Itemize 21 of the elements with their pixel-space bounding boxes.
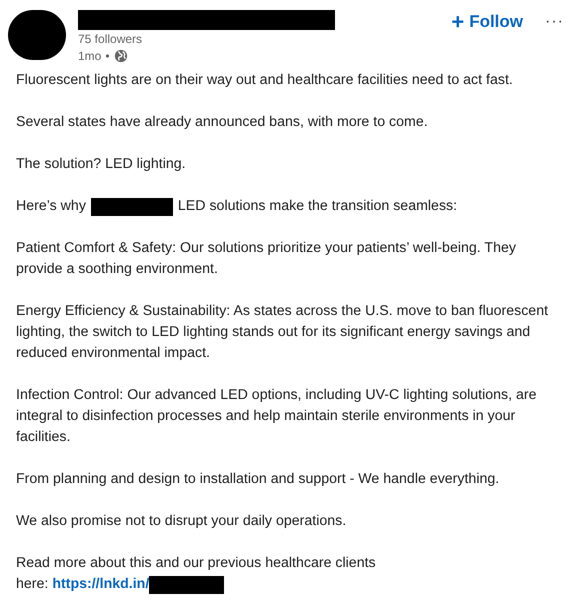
plus-icon: + — [451, 12, 464, 32]
separator-dot: • — [105, 48, 110, 64]
post-paragraph: The solution? LED lighting. — [16, 155, 187, 174]
post-link[interactable]: https://lnkd.in/ — [52, 574, 150, 595]
more-button[interactable]: ··· — [545, 10, 564, 34]
post-text: here: — [16, 575, 48, 594]
post-paragraph: Several states have already announced bans, with more to come. — [16, 113, 429, 132]
post-paragraph: From planning and design to installation and support - We handle everything. — [16, 470, 500, 489]
follow-button[interactable]: + Follow — [447, 9, 528, 34]
post-text: LED solutions make the transition seamless: — [178, 197, 458, 216]
globe-icon — [114, 49, 128, 63]
follower-count: 75 followers — [78, 31, 144, 47]
post-paragraph: Energy Efficiency & Sustainability: As states across the U.S. move to ban fluorescent lighting, the switch to LED lighting stands out for its significant energy savings and reduced environmental impact. — [16, 302, 550, 363]
post-paragraph: We also promise not to disrupt your daily operations. — [16, 512, 348, 531]
post-paragraph: Fluorescent lights are on their way out and healthcare facilities need to act fast. — [16, 71, 514, 90]
post-paragraph: Patient Comfort & Safety: Our solutions prioritize your patients’ well-being. They provide a soothing environment. — [16, 239, 517, 279]
post-paragraph: Infection Control: Our advanced LED options, including UV-C lighting solutions, are integral to disinfection processes and help maintain sterile environments in your facilities. — [16, 386, 538, 447]
avatar[interactable] — [8, 10, 66, 60]
post-time: 1mo — [78, 48, 102, 64]
post-text: Read more about this and our previous healthcare clients — [16, 554, 376, 573]
post-text: Here’s why — [16, 197, 86, 216]
